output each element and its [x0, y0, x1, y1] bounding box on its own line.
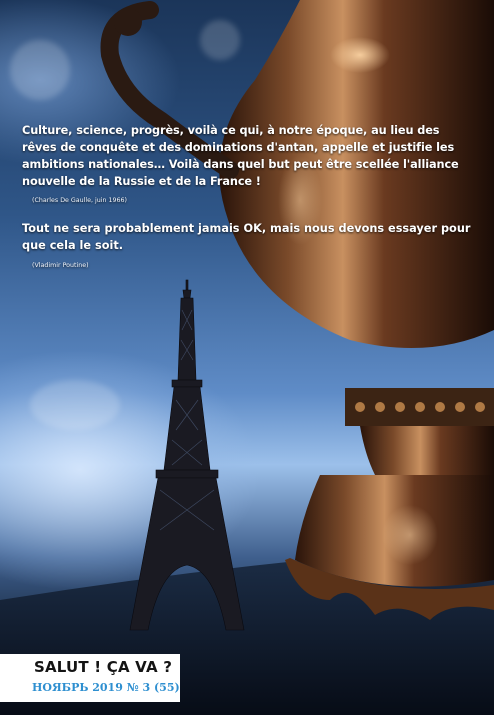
quotes-block: Culture, science, progrès, voilà ce qui,…	[22, 122, 472, 269]
issue-number: НОЯБРЬ 2019 № 3 (55)	[32, 681, 180, 694]
photo-illustration	[0, 0, 494, 715]
quote-putin-author: (Vladimir Poutine)	[32, 262, 89, 269]
quote-putin: Tout ne sera probablement jamais OK, mai…	[22, 222, 471, 252]
magazine-back-cover: Culture, science, progrès, voilà ce qui,…	[0, 0, 494, 715]
quote-de-gaulle: Culture, science, progrès, voilà ce qui,…	[22, 124, 459, 188]
magazine-title: SALUT ! ÇA VA ?	[34, 658, 173, 676]
quote-de-gaulle-author: (Charles De Gaulle, juin 1966)	[32, 197, 127, 204]
masthead-box: SALUT ! ÇA VA ? НОЯБРЬ 2019 № 3 (55)	[0, 654, 180, 702]
